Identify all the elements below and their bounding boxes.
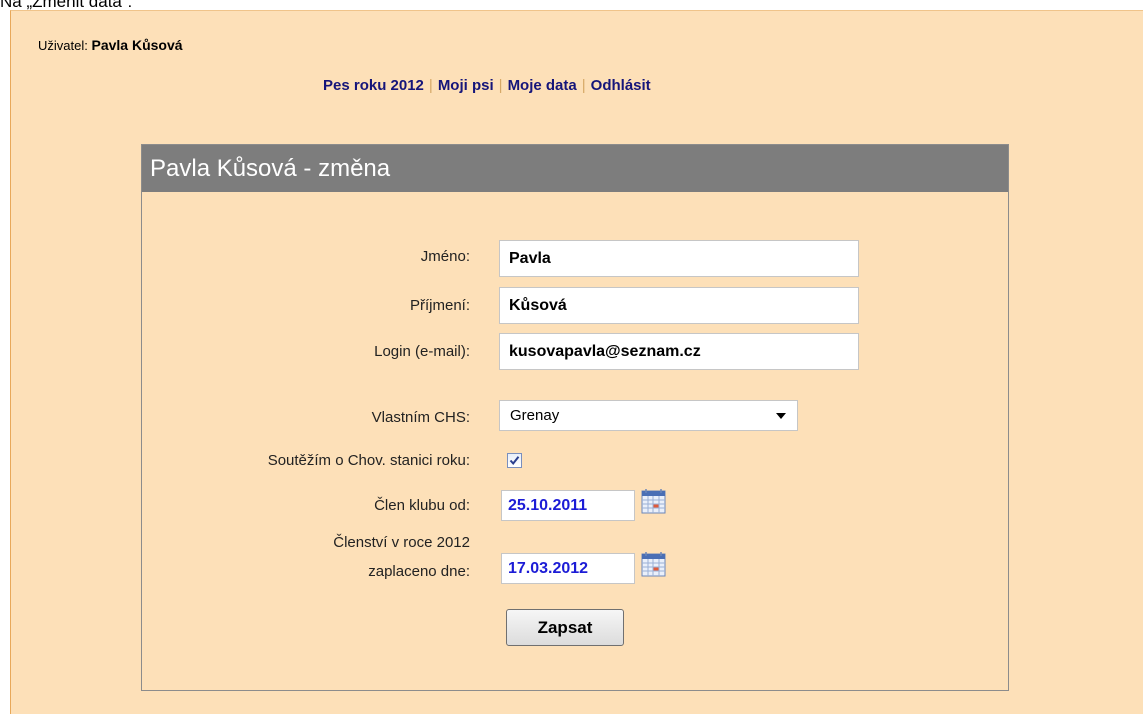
checkmark-icon: [509, 456, 520, 466]
kennel-select[interactable]: Grenay: [499, 400, 798, 431]
user-info: Uživatel: Pavla Kůsová: [38, 37, 183, 53]
nav-separator: |: [498, 77, 503, 94]
login-email-input[interactable]: [499, 333, 859, 370]
nav-separator: |: [428, 77, 433, 94]
nav-link-moji-psi[interactable]: Moji psi: [438, 77, 494, 94]
edit-form: Pavla Kůsová - změna Jméno: Příjmení: Lo…: [141, 144, 1009, 691]
competition-label: Soutěžím o Chov. stanici roku:: [267, 452, 470, 469]
member-since-calendar-button[interactable]: [640, 488, 668, 515]
nav-separator: |: [581, 77, 586, 94]
first-name-label: Jméno:: [420, 248, 470, 265]
competition-checkbox[interactable]: [507, 453, 522, 468]
membership-paid-date-input[interactable]: [501, 553, 635, 584]
member-since-label: Člen klubu od:: [374, 497, 470, 514]
membership-paid-calendar-button[interactable]: [640, 551, 668, 578]
calendar-icon: [641, 552, 666, 577]
kennel-label: Vlastním CHS:: [371, 409, 470, 426]
nav-link-odhlasit[interactable]: Odhlásit: [591, 77, 651, 94]
last-name-label: Příjmení:: [409, 297, 470, 314]
chevron-down-icon: [776, 413, 786, 419]
page-panel: Uživatel: Pavla Kůsová Pes roku 2012 | Moj…: [10, 10, 1143, 714]
form-header: Pavla Kůsová - změna: [142, 145, 1008, 192]
user-name: Pavla Kůsová: [91, 37, 183, 53]
nav-link-moje-data[interactable]: Moje data: [508, 77, 577, 94]
top-navigation: Pes roku 2012 | Moji psi | Moje data | Odhlási…: [323, 77, 651, 94]
login-label: Login (e-mail):: [374, 343, 470, 360]
first-name-input[interactable]: [499, 240, 859, 277]
member-since-date-input[interactable]: [501, 490, 635, 521]
last-name-input[interactable]: [499, 287, 859, 324]
kennel-selected-value: Grenay: [510, 407, 560, 424]
user-label: Uživatel:: [38, 38, 88, 53]
form-title: Pavla Kůsová - změna: [150, 155, 391, 182]
calendar-icon: [641, 489, 666, 514]
membership-label-line1: Členství v roce 2012: [333, 534, 470, 551]
nav-link-pes-roku[interactable]: Pes roku 2012: [323, 77, 424, 94]
membership-label-line2: zaplaceno dne:: [368, 563, 470, 580]
submit-button[interactable]: Zapsat: [506, 609, 624, 646]
